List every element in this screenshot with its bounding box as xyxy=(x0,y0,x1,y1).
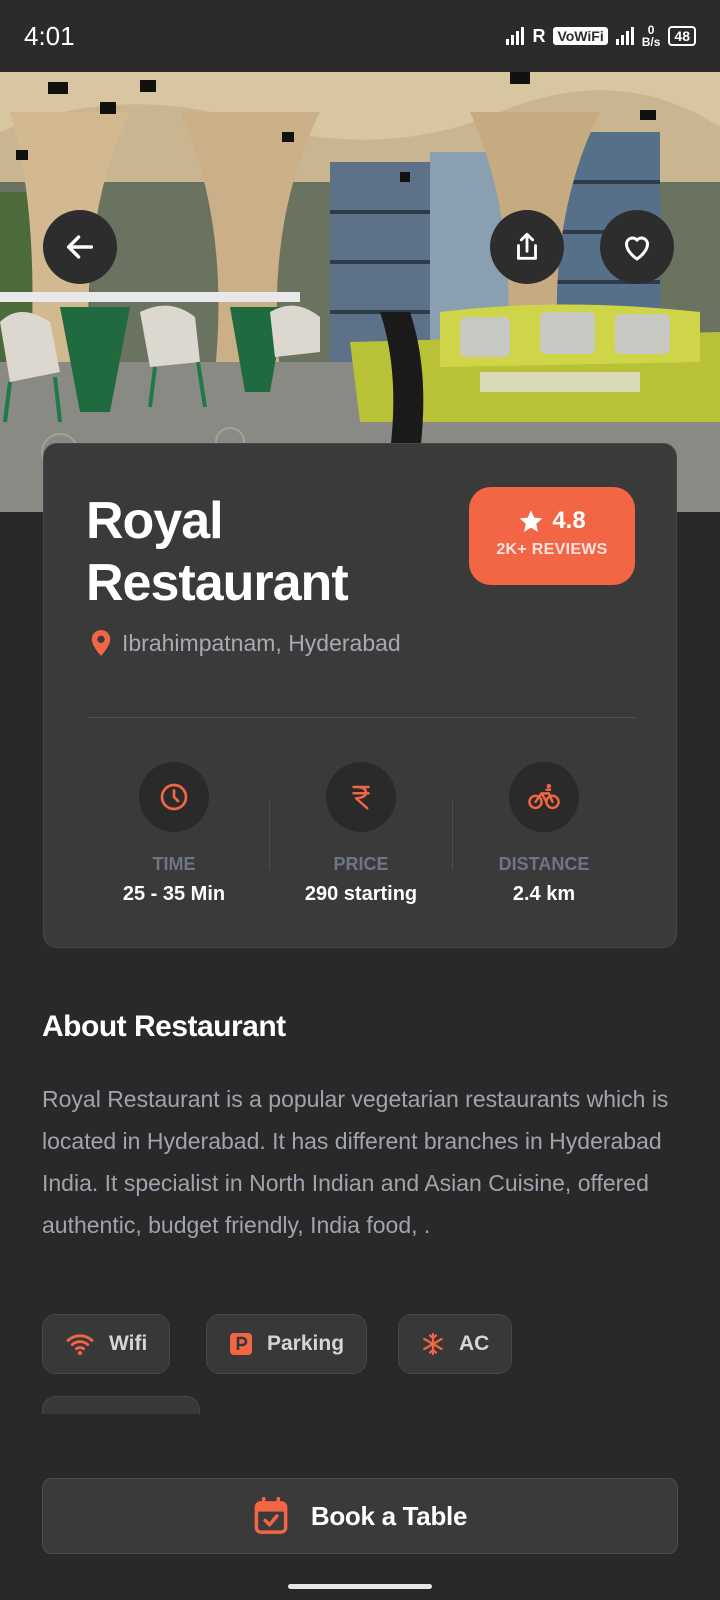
status-bar: 4:01 R VoWiFi 0 B/s 48 xyxy=(0,0,720,72)
stat-price-icon-wrap xyxy=(326,762,396,832)
data-speed: 0 B/s xyxy=(642,24,661,48)
battery-icon: 48 xyxy=(668,26,696,46)
signal-icon-2 xyxy=(615,27,634,45)
share-button[interactable] xyxy=(490,210,564,284)
amenity-chip-parking[interactable]: Parking xyxy=(206,1314,368,1374)
amenity-chip-partial[interactable] xyxy=(42,1396,200,1414)
location-pin-icon xyxy=(91,630,111,656)
stat-price-label: PRICE xyxy=(333,854,389,874)
amenity-label: Wifi xyxy=(109,1332,148,1355)
home-indicator[interactable] xyxy=(288,1584,432,1589)
location-text: Ibrahimpatnam, Hyderabad xyxy=(122,629,401,656)
book-table-label: Book a Table xyxy=(310,1500,468,1531)
share-icon xyxy=(517,232,537,260)
back-button[interactable] xyxy=(43,210,117,284)
rating-value: 4.8 xyxy=(552,507,586,534)
stat-time: TIME 25 - 35 Min xyxy=(74,762,274,906)
roaming-indicator: R xyxy=(532,25,546,46)
stat-distance-value: 2.4 km xyxy=(512,883,576,905)
amenity-label: AC xyxy=(459,1332,490,1355)
stats-row: TIME 25 - 35 Min PRICE 290 starting DIST… xyxy=(44,762,678,912)
stat-distance-label: DISTANCE xyxy=(498,854,590,874)
bicycle-icon xyxy=(528,783,560,810)
star-icon xyxy=(519,510,543,532)
amenity-chip-ac[interactable]: AC xyxy=(398,1314,513,1374)
stat-distance: DISTANCE 2.4 km xyxy=(444,762,644,906)
amenity-label: Parking xyxy=(267,1332,345,1355)
restaurant-info-card: Royal Restaurant 4.8 2K+ REVIEWS Ibrahim… xyxy=(43,443,677,948)
parking-icon xyxy=(230,1333,252,1355)
heart-icon xyxy=(625,236,649,261)
about-text: Royal Restaurant is a popular vegetarian… xyxy=(42,1086,669,1238)
amenity-chip-wifi[interactable]: Wifi xyxy=(42,1314,171,1374)
clock-icon xyxy=(160,783,188,811)
reviews-count: 2K+ REVIEWS xyxy=(496,541,608,558)
signal-icon xyxy=(506,27,525,45)
book-table-button[interactable]: Book a Table xyxy=(42,1478,678,1554)
restaurant-name: Royal Restaurant xyxy=(86,492,349,612)
rupee-icon xyxy=(352,785,370,810)
stat-distance-icon-wrap xyxy=(509,762,579,832)
stat-time-value: 25 - 35 Min xyxy=(122,883,226,905)
stat-price-value: 290 starting xyxy=(304,883,418,905)
status-icons: R VoWiFi 0 B/s 48 xyxy=(506,24,696,48)
stat-price: PRICE 290 starting xyxy=(261,762,461,906)
wifi-icon xyxy=(66,1334,94,1356)
data-speed-unit: B/s xyxy=(641,35,661,49)
favorite-button[interactable] xyxy=(600,210,674,284)
snowflake-icon xyxy=(423,1332,443,1356)
rating-badge[interactable]: 4.8 2K+ REVIEWS xyxy=(469,487,635,585)
vowifi-badge: VoWiFi xyxy=(553,27,608,45)
divider xyxy=(87,717,635,718)
about-title: About Restaurant xyxy=(42,1010,286,1043)
stat-time-icon-wrap xyxy=(139,762,209,832)
arrow-left-icon xyxy=(66,235,94,259)
calendar-check-icon xyxy=(254,1497,288,1534)
status-time: 4:01 xyxy=(24,20,75,51)
restaurant-location[interactable]: Ibrahimpatnam, Hyderabad xyxy=(90,629,401,657)
stat-time-label: TIME xyxy=(152,854,196,874)
